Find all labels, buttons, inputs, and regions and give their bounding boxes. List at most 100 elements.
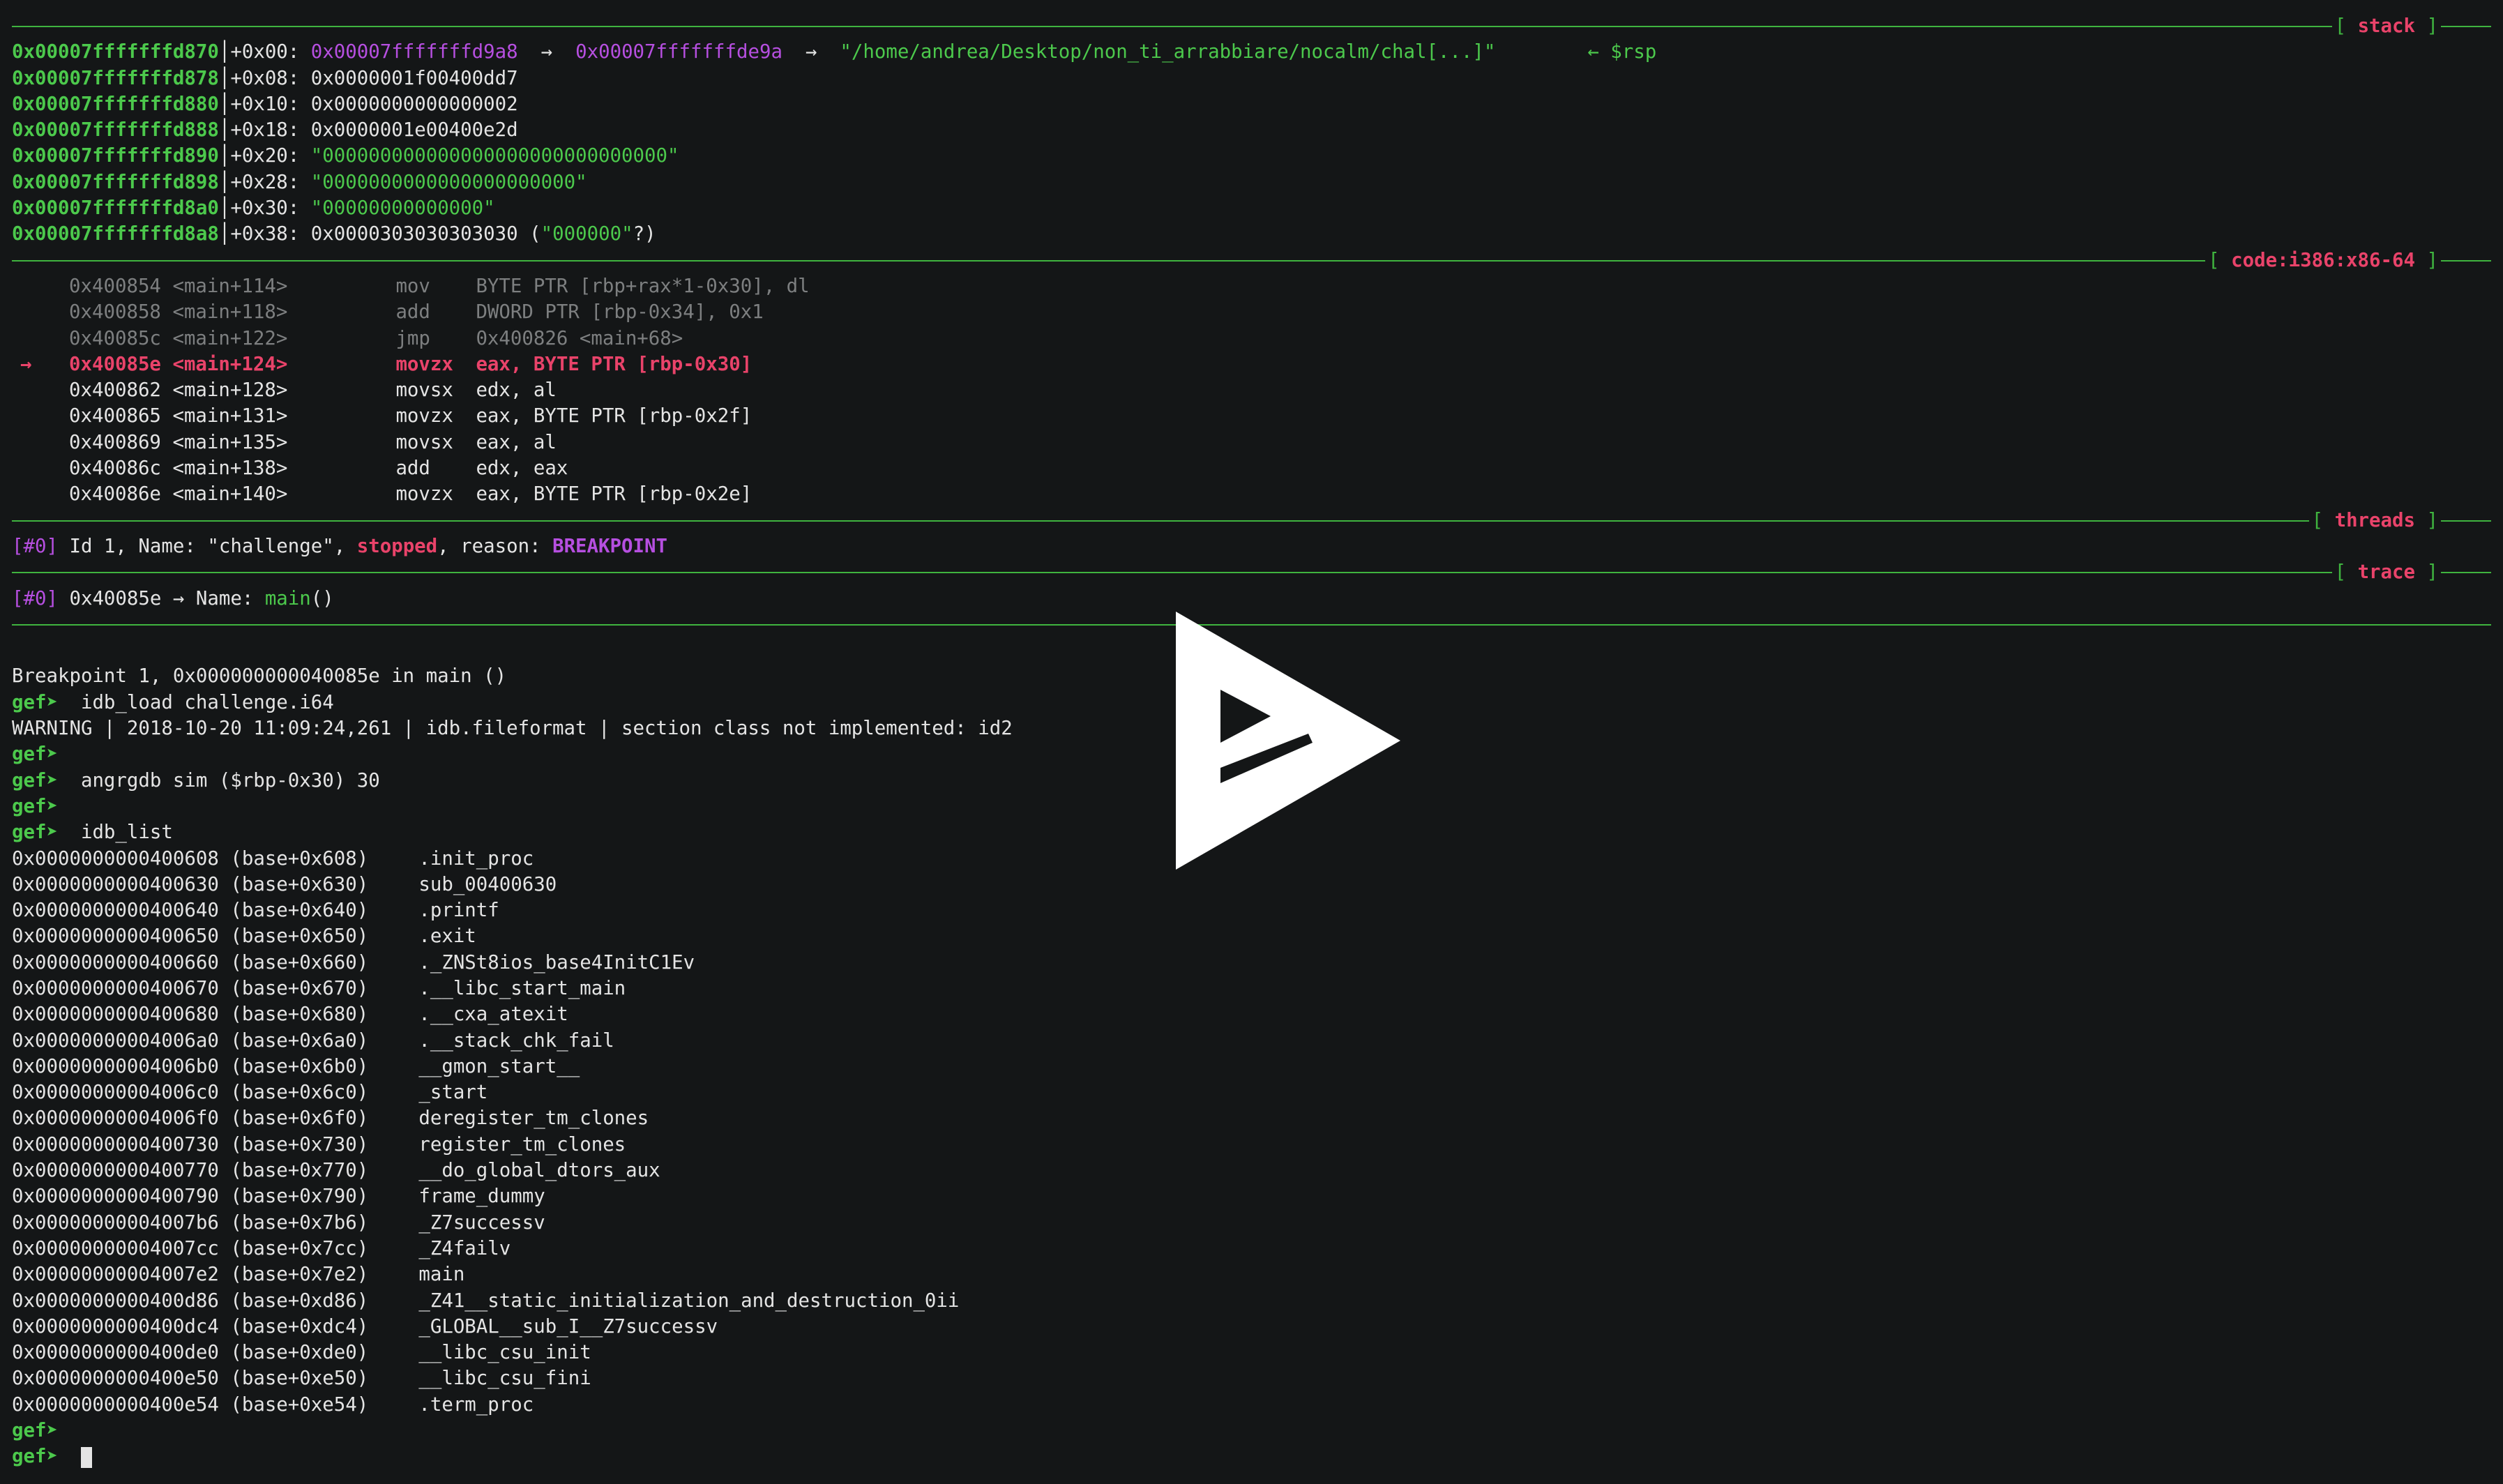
instruction-address: 0x400865 <box>69 405 161 427</box>
function-address: 0x00000000004006b0 <box>12 1055 219 1077</box>
stack-address[interactable]: 0x00007fffffffd8a0 <box>12 197 219 219</box>
stack-offset: +0x00: <box>230 41 300 63</box>
command-text: idb_load challenge.i64 <box>57 691 334 713</box>
stack-value: 0x0000000000000002 <box>310 93 518 115</box>
stack-pointer: 0x00007fffffffde9a <box>575 41 782 63</box>
stack-address[interactable]: 0x00007fffffffd888 <box>12 119 219 141</box>
function-base-offset: (base+0xde0) <box>230 1342 369 1364</box>
instruction-address: 0x400862 <box>69 379 161 402</box>
thread-info: Id 1, Name: "challenge", <box>57 535 357 557</box>
section-name: threads <box>2334 509 2416 531</box>
section-tag: [ code:i386:x86-64 ] <box>2205 247 2441 273</box>
function-list-row: 0x0000000000400770 (base+0x770) __do_glob… <box>12 1158 2491 1183</box>
section-tag: [ threads ] <box>2308 507 2441 533</box>
stack-address[interactable]: 0x00007fffffffd8a8 <box>12 223 219 245</box>
stack-address[interactable]: 0x00007fffffffd870 <box>12 41 219 63</box>
function-name: deregister_tm_clones <box>418 1107 649 1130</box>
thread-line: [#0] Id 1, Name: "challenge", stopped, r… <box>12 533 2491 559</box>
instruction-symbol: <main+118> <box>172 301 288 324</box>
function-name: frame_dummy <box>418 1186 545 1208</box>
stack-offset: +0x30: <box>230 197 300 220</box>
stack-address[interactable]: 0x00007fffffffd880 <box>12 93 219 115</box>
code-section-header: [ code:i386:x86-64 ] <box>12 247 2491 273</box>
stack-offset: +0x08: <box>230 67 300 89</box>
function-base-offset: (base+0x770) <box>230 1160 369 1182</box>
stack-offset: +0x10: <box>230 93 300 115</box>
trace-index: [#0] <box>12 587 58 610</box>
instruction-operands: eax, al <box>476 431 557 453</box>
function-name: __libc_csu_fini <box>418 1368 591 1390</box>
function-address: 0x0000000000400de0 <box>12 1342 219 1364</box>
prompt: gef➤ <box>12 691 58 713</box>
instruction-symbol: <main+124> <box>172 353 288 375</box>
function-base-offset: (base+0xe54) <box>230 1393 369 1416</box>
stack-inline-string: "000000" <box>540 223 633 245</box>
function-name: .__cxa_atexit <box>418 1004 568 1026</box>
instruction-mnemonic: movsx <box>395 379 453 402</box>
function-name: .term_proc <box>418 1393 534 1416</box>
threads-section-header: [ threads ] <box>12 507 2491 533</box>
function-base-offset: (base+0x7e2) <box>230 1264 369 1286</box>
prompt: gef➤ <box>12 743 58 766</box>
function-list-row: 0x00000000004006b0 (base+0x6b0) __gmon_st… <box>12 1054 2491 1080</box>
function-base-offset: (base+0x680) <box>230 1004 369 1026</box>
function-address: 0x00000000004007e2 <box>12 1264 219 1286</box>
function-name: sub_00400630 <box>418 873 557 895</box>
function-base-offset: (base+0x730) <box>230 1133 369 1156</box>
instruction-address: 0x400869 <box>69 431 161 453</box>
instruction-operands: DWORD PTR [rbp-0x34], 0x1 <box>476 301 764 324</box>
function-address: 0x0000000000400790 <box>12 1186 219 1208</box>
function-name: _GLOBAL__sub_I__Z7successv <box>418 1315 718 1338</box>
command-line: gef➤ <box>12 1418 2491 1444</box>
stack-value: 0x0000001f00400dd7 <box>310 67 518 89</box>
function-address: 0x0000000000400660 <box>12 951 219 974</box>
instruction-mnemonic: mov <box>395 275 430 297</box>
instruction-row: 0x40086c <main+138> add edx, eax <box>12 455 2491 481</box>
function-list-row: 0x0000000000400660 (base+0x660) ._ZNSt8io… <box>12 950 2491 976</box>
instruction-operands: BYTE PTR [rbp+rax*1-0x30], dl <box>476 275 810 297</box>
instruction-operands: eax, BYTE PTR [rbp-0x30] <box>476 353 753 375</box>
function-address: 0x0000000000400e54 <box>12 1393 219 1416</box>
function-address: 0x0000000000400680 <box>12 1004 219 1026</box>
stack-row: 0x00007fffffffd8a0│+0x30: "0000000000000… <box>12 197 495 220</box>
function-base-offset: (base+0x6a0) <box>230 1029 369 1052</box>
stack-address[interactable]: 0x00007fffffffd898 <box>12 172 219 193</box>
stack-offset: +0x38: <box>230 223 300 245</box>
instruction-symbol: <main+135> <box>172 431 288 453</box>
trace-info: 0x40085e → Name: <box>57 587 265 610</box>
deref-arrow: → <box>540 41 553 63</box>
section-name: trace <box>2357 561 2416 584</box>
text-cursor[interactable] <box>80 1446 92 1468</box>
paren-open: ( <box>529 223 541 245</box>
function-base-offset: (base+0x6f0) <box>230 1107 369 1130</box>
paren-close: ?) <box>633 223 656 245</box>
stack-row: 0x00007fffffffd898│+0x28: "0000000000000… <box>12 171 587 193</box>
section-name: stack <box>2357 15 2416 37</box>
pc-arrow: → <box>20 353 32 375</box>
stack-address[interactable]: 0x00007fffffffd878 <box>12 68 219 89</box>
instruction-address: 0x40085c <box>69 327 161 349</box>
instruction-row: 0x400869 <main+135> movsx eax, al <box>12 430 2491 455</box>
instruction-symbol: <main+128> <box>172 379 288 402</box>
command-input-line[interactable]: gef➤ <box>12 1444 2491 1469</box>
function-list-row: 0x0000000000400dc4 (base+0xdc4) _GLOBAL__… <box>12 1314 2491 1340</box>
stack-address[interactable]: 0x00007fffffffd890 <box>12 145 219 167</box>
function-name: .__stack_chk_fail <box>418 1029 614 1052</box>
stack-offset: +0x20: <box>230 145 300 167</box>
instruction-symbol: <main+114> <box>172 275 288 297</box>
function-list-row: 0x0000000000400790 (base+0x790) frame_dum… <box>12 1183 2491 1209</box>
function-base-offset: (base+0x650) <box>230 925 369 948</box>
function-base-offset: (base+0x670) <box>230 977 369 999</box>
function-list-row: 0x00000000004006a0 (base+0x6a0) .__stack_… <box>12 1028 2491 1054</box>
function-name: .__libc_start_main <box>418 977 626 999</box>
prompt: gef➤ <box>12 795 58 817</box>
instruction-mnemonic: movzx <box>395 405 453 427</box>
function-address: 0x00000000004007cc <box>12 1237 219 1259</box>
function-base-offset: (base+0x608) <box>230 847 369 870</box>
thread-reason: BREAKPOINT <box>552 535 667 557</box>
instruction-address: 0x40086c <box>69 457 161 480</box>
play-icon[interactable] <box>1176 612 1400 870</box>
function-list-row: 0x0000000000400670 (base+0x670) .__libc_s… <box>12 976 2491 1001</box>
instruction-row: 0x400858 <main+118> add DWORD PTR [rbp-0x3… <box>12 299 2491 325</box>
instruction-address: 0x400858 <box>69 301 161 324</box>
